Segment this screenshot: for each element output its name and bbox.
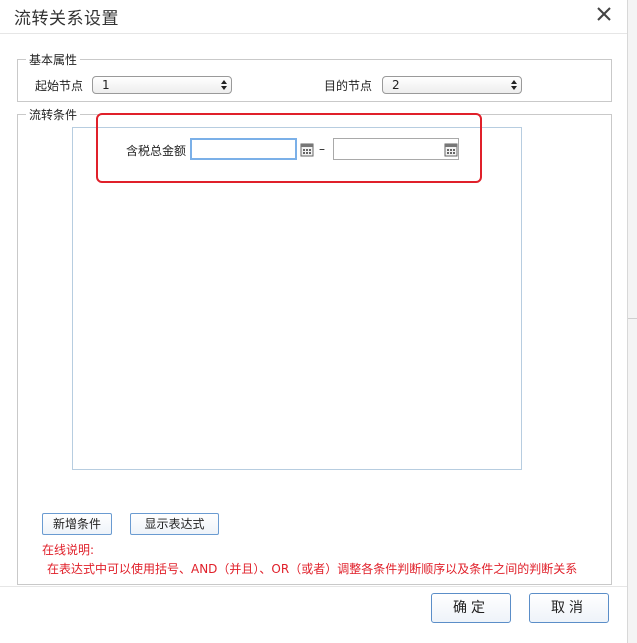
highlight-annotation-box [96,113,482,183]
add-condition-button[interactable]: 新增条件 [42,513,112,535]
select-arrows-icon [510,78,518,92]
title-divider [0,33,627,34]
flow-condition-legend: 流转条件 [29,108,78,122]
target-node-label: 目的节点 [324,79,373,93]
target-node-select[interactable]: 2 [382,76,522,94]
background-edge-line [628,318,637,319]
footer-divider [0,586,627,587]
start-node-select[interactable]: 1 [92,76,232,94]
background-window-edge [627,0,637,643]
start-node-label: 起始节点 [35,79,84,93]
close-icon[interactable] [593,3,615,25]
start-node-value: 1 [102,78,110,92]
basic-properties-legend: 基本属性 [29,53,78,67]
dialog-titlebar: 流转关系设置 [0,0,627,30]
online-help-text: 在表达式中可以使用括号、AND（并且）、OR（或者）调整各条件判断顺序以及条件之… [47,562,578,576]
online-help-heading: 在线说明: [42,543,95,557]
show-expression-button[interactable]: 显示表达式 [130,513,219,535]
select-arrows-icon [220,78,228,92]
ok-button[interactable]: 确定 [431,593,511,623]
flow-relation-dialog: 流转关系设置 基本属性 起始节点 1 目的节点 2 流转条件 含税总金额 – 新… [0,0,627,643]
target-node-value: 2 [392,78,400,92]
dialog-title: 流转关系设置 [14,9,119,29]
cancel-button[interactable]: 取消 [529,593,609,623]
